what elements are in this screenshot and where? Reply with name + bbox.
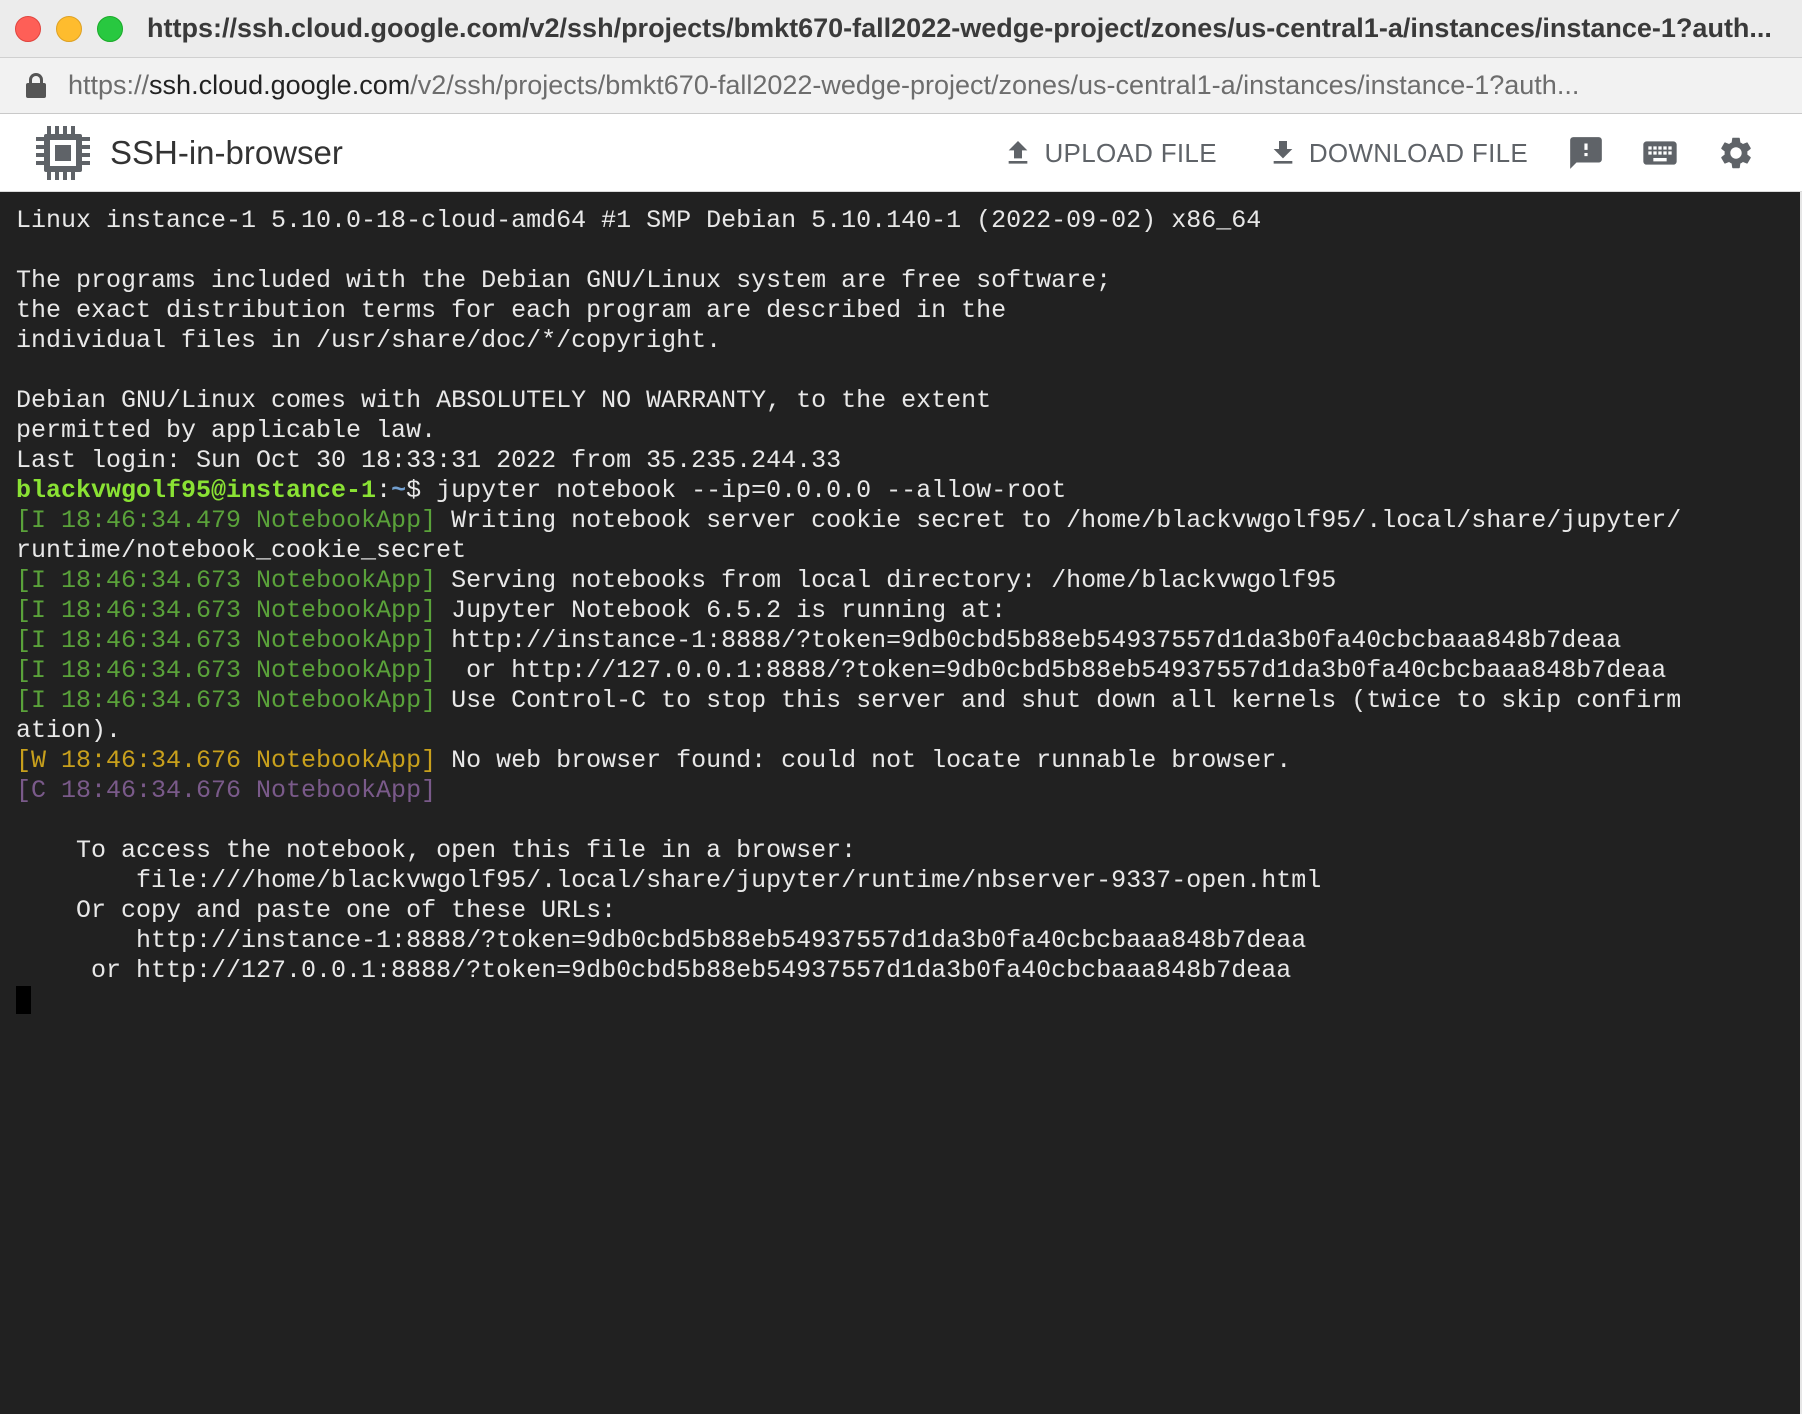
app-header: SSH-in-browser UPLOAD FILE DOWNLOAD FILE [0, 114, 1802, 192]
prompt-path: ~ [391, 476, 407, 505]
lock-icon [26, 72, 46, 99]
download-file-button[interactable]: DOWNLOAD FILE [1267, 137, 1528, 169]
minimize-window-button[interactable] [56, 15, 82, 42]
terminal-line: To access the notebook, open this file i… [16, 836, 857, 865]
log-message: Writing notebook server cookie secret to… [436, 506, 1682, 535]
log-line: ation). [16, 716, 1800, 746]
keyboard-icon [1643, 141, 1677, 165]
prompt-symbol: $ [406, 476, 437, 505]
terminal-line: file:///home/blackvwgolf95/.local/share/… [16, 866, 1322, 895]
terminal-line: Linux instance-1 5.10.0-18-cloud-amd64 #… [16, 206, 1262, 235]
url-path: /v2/ssh/projects/bmkt670-fall2022-wedge-… [410, 70, 1580, 100]
log-tag: [I 18:46:34.673 NotebookApp] [16, 656, 437, 685]
terminal-line: http://instance-1:8888/?token=9db0cbd5b8… [16, 926, 1307, 955]
terminal[interactable]: Linux instance-1 5.10.0-18-cloud-amd64 #… [0, 192, 1800, 1414]
terminal-line: individual files in /usr/share/doc/*/cop… [16, 326, 722, 355]
log-line: [I 18:46:34.673 NotebookApp] or http://1… [16, 656, 1800, 686]
log-line: [I 18:46:34.479 NotebookApp] Writing not… [16, 506, 1800, 536]
upload-file-button[interactable]: UPLOAD FILE [1002, 137, 1217, 169]
toolbar: UPLOAD FILE DOWNLOAD FILE [1002, 114, 1802, 192]
download-file-label: DOWNLOAD FILE [1308, 137, 1528, 168]
log-message: Jupyter Notebook 6.5.2 is running at: [436, 596, 1007, 625]
app-title: SSH-in-browser [110, 133, 343, 171]
log-message: Serving notebooks from local directory: … [436, 566, 1337, 595]
terminal-line: the exact distribution terms for each pr… [16, 296, 1007, 325]
window-title: https://ssh.cloud.google.com/v2/ssh/proj… [147, 13, 1772, 43]
log-line: [I 18:46:34.673 NotebookApp] http://inst… [16, 626, 1800, 656]
log-line: [I 18:46:34.673 NotebookApp] Serving not… [16, 566, 1800, 596]
log-tag: [I 18:46:34.479 NotebookApp] [16, 506, 437, 535]
terminal-line: Debian GNU/Linux comes with ABSOLUTELY N… [16, 386, 992, 415]
window-titlebar: https://ssh.cloud.google.com/v2/ssh/proj… [0, 0, 1802, 58]
terminal-line: permitted by applicable law. [16, 416, 437, 445]
terminal-cursor [16, 986, 31, 1014]
maximize-window-button[interactable] [97, 15, 123, 42]
log-message: runtime/notebook_cookie_secret [16, 536, 467, 565]
upload-icon [1009, 141, 1028, 164]
terminal-line: The programs included with the Debian GN… [16, 266, 1112, 295]
log-tag: [I 18:46:34.673 NotebookApp] [16, 686, 437, 715]
log-message: No web browser found: could not locate r… [436, 746, 1292, 775]
log-line: runtime/notebook_cookie_secret [16, 536, 1800, 566]
keyboard-button[interactable] [1640, 133, 1680, 173]
log-message: or http://127.0.0.1:8888/?token=9db0cbd5… [436, 656, 1667, 685]
log-tag: [C 18:46:34.676 NotebookApp] [16, 776, 437, 805]
feedback-button[interactable] [1566, 133, 1606, 173]
log-tag: [I 18:46:34.673 NotebookApp] [16, 596, 437, 625]
url-scheme: https:// [68, 70, 150, 100]
gear-icon [1721, 137, 1751, 169]
log-line: [W 18:46:34.676 NotebookApp] No web brow… [16, 746, 1800, 776]
window-controls [15, 15, 123, 42]
url-host: ssh.cloud.google.com [149, 70, 411, 100]
log-tag: [W 18:46:34.676 NotebookApp] [16, 746, 437, 775]
terminal-line: or http://127.0.0.1:8888/?token=9db0cbd5… [16, 956, 1292, 985]
log-message: Use Control-C to stop this server and sh… [436, 686, 1682, 715]
prompt-separator: : [376, 476, 392, 505]
upload-file-label: UPLOAD FILE [1044, 137, 1217, 168]
download-icon [1273, 141, 1293, 164]
log-tag: [I 18:46:34.673 NotebookApp] [16, 626, 437, 655]
log-message: ation). [16, 716, 122, 745]
cursor-line [16, 986, 1800, 1016]
log-line: [I 18:46:34.673 NotebookApp] Jupyter Not… [16, 596, 1800, 626]
terminal-line: Or copy and paste one of these URLs: [16, 896, 617, 925]
prompt-command: jupyter notebook --ip=0.0.0.0 --allow-ro… [436, 476, 1067, 505]
log-line: [I 18:46:34.673 NotebookApp] Use Control… [16, 686, 1800, 716]
terminal-line: Last login: Sun Oct 30 18:33:31 2022 fro… [16, 446, 842, 475]
log-message: http://instance-1:8888/?token=9db0cbd5b8… [436, 626, 1622, 655]
log-line: [C 18:46:34.676 NotebookApp] [16, 776, 1800, 806]
prompt-user-host: blackvwgolf95@instance-1 [16, 476, 377, 505]
log-tag: [I 18:46:34.673 NotebookApp] [16, 566, 437, 595]
shell-prompt-line: blackvwgolf95@instance-1:~$ jupyter note… [16, 476, 1800, 506]
url-text[interactable]: https://ssh.cloud.google.com/v2/ssh/proj… [68, 70, 1768, 101]
feedback-icon [1570, 137, 1602, 169]
settings-button[interactable] [1716, 133, 1756, 173]
close-window-button[interactable] [15, 15, 41, 42]
address-bar[interactable]: https://ssh.cloud.google.com/v2/ssh/proj… [0, 58, 1802, 114]
chip-icon [36, 125, 90, 180]
